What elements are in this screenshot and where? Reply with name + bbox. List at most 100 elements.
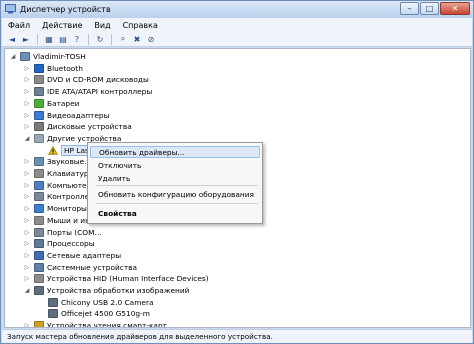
tree-item-label: Устройства HID (Human Interface Devices) [47, 274, 209, 284]
tree-item-label: Звуковые… [47, 157, 92, 167]
expander-icon[interactable]: ▷ [23, 216, 31, 224]
toolbar-separator [111, 33, 112, 45]
tree-item-label: Компьютер [47, 180, 92, 190]
tree-item[interactable]: ▷ Звуковые… [23, 156, 92, 167]
tree-item[interactable]: Chicony USB 2.0 Camera [37, 297, 154, 308]
forward-icon[interactable]: ► [20, 34, 32, 45]
expander-icon[interactable]: ▷ [23, 322, 31, 327]
tree-item[interactable]: ▷ Батареи [23, 98, 79, 109]
title-bar[interactable]: Диспетчер устройств – □ ✕ [1, 1, 473, 18]
tree-item[interactable]: ▷ Порты (COM… [23, 227, 102, 238]
tree-item[interactable]: ▷ Компьютер [23, 180, 91, 191]
expander-icon[interactable]: ▷ [23, 251, 31, 259]
tree-item[interactable]: ▷ Дисковые устройства [23, 121, 132, 132]
expander-icon[interactable]: ▷ [23, 170, 31, 178]
tree-item[interactable]: ▷ Системные устройства [23, 262, 137, 273]
tree-item[interactable]: ▷ Процессоры [23, 238, 95, 249]
tree-item[interactable]: ▷ IDE ATA/ATAPI контроллеры [23, 86, 152, 97]
expander-icon[interactable]: ▷ [23, 88, 31, 96]
menu-file[interactable]: Файл [8, 21, 30, 30]
toolbar-separator [88, 33, 89, 45]
update-driver-icon[interactable]: ↻ [94, 34, 106, 45]
expander-icon[interactable]: ▷ [23, 205, 31, 213]
help-icon[interactable]: ? [71, 34, 83, 45]
tree-item[interactable]: ▷ Устройства чтения смарт-карт [23, 320, 167, 328]
disable-icon[interactable]: ⊘ [145, 34, 157, 45]
tree-item-label: Vladimir-TOSH [33, 52, 86, 61]
toolbar: ◄ ► ▦ ▤? ↻ ⌕ ✖ ⊘ [2, 32, 472, 47]
menu-action[interactable]: Действие [42, 21, 82, 30]
tree-item[interactable]: ▷ Мониторы [23, 203, 87, 214]
expander-icon[interactable]: ◢ [9, 53, 17, 61]
tree-item[interactable]: ▷ Сетевые адаптеры [23, 250, 121, 261]
warning-icon [47, 145, 59, 155]
network-icon [34, 250, 44, 260]
scan-hardware-icon[interactable]: ⌕ [117, 34, 129, 45]
camera-icon [48, 297, 58, 307]
maximize-button[interactable]: □ [420, 2, 439, 15]
tree-item-label: Сетевые адаптеры [47, 250, 122, 260]
menu-help[interactable]: Справка [123, 21, 158, 30]
tree-item-label: Батареи [47, 98, 80, 108]
window-title: Диспетчер устройств [20, 5, 111, 14]
tree-item[interactable]: ▷ Клавиатуры [23, 168, 94, 179]
expander-icon[interactable]: ◢ [23, 287, 31, 295]
expander-icon[interactable]: ▷ [23, 99, 31, 107]
expander-icon[interactable]: ◢ [23, 134, 31, 142]
tree-item[interactable]: Officejet 4500 G510g-m [37, 308, 150, 319]
expander-icon[interactable]: ▷ [23, 228, 31, 236]
expander-icon[interactable]: ▷ [23, 193, 31, 201]
tree-item-label: Дисковые устройства [47, 122, 132, 132]
properties-icon[interactable]: ▦ [43, 34, 55, 45]
list-icon[interactable]: ▤ [57, 34, 69, 45]
smartcard-icon [34, 321, 44, 327]
toolbar-separator [37, 33, 38, 45]
tree-item[interactable]: ◢ Устройства обработки изображений [23, 285, 189, 296]
tree-item[interactable]: ▷ DVD и CD-ROM дисководы [23, 74, 149, 85]
minimize-button[interactable]: – [400, 2, 419, 15]
disk-icon [34, 122, 44, 132]
menu-bar: Файл Действие Вид Справка [2, 18, 472, 32]
controller-icon [34, 192, 44, 202]
imaging-icon [34, 286, 44, 295]
expander-icon[interactable]: ▷ [23, 181, 31, 189]
menu-separator [96, 185, 258, 186]
disable-item[interactable]: Отключить [90, 159, 260, 171]
expander-icon[interactable]: ▷ [23, 123, 31, 131]
expander-icon[interactable]: ▷ [23, 76, 31, 84]
expander-icon[interactable]: ▷ [23, 111, 31, 119]
tree-item-label: Officejet 4500 G510g-m [61, 309, 150, 319]
uninstall-icon[interactable]: ✖ [131, 34, 143, 45]
expander-icon[interactable]: ▷ [23, 64, 31, 72]
monitor-icon [34, 204, 44, 214]
tree-item[interactable]: ▷ Устройства HID (Human Interface Devices… [23, 273, 209, 284]
computer-icon [34, 180, 44, 190]
expander-icon[interactable]: ▷ [23, 158, 31, 166]
menu-view[interactable]: Вид [94, 21, 110, 30]
back-icon[interactable]: ◄ [6, 34, 18, 45]
tree-item-label: DVD и CD-ROM дисководы [47, 75, 149, 85]
other-devices-icon [34, 133, 44, 143]
uninstall-item[interactable]: Удалить [90, 172, 260, 184]
properties-item[interactable]: Свойства [90, 207, 260, 219]
scan-hardware-item[interactable]: Обновить конфигурацию оборудования [90, 188, 260, 200]
close-button[interactable]: ✕ [440, 2, 470, 15]
expander-icon[interactable]: ▷ [23, 275, 31, 283]
display-adapter-icon [34, 110, 44, 120]
tree-item[interactable]: ▷ Видеоадаптеры [23, 110, 109, 121]
tree-item[interactable]: ▷ Bluetooth [23, 63, 83, 74]
device-manager-icon [5, 4, 16, 14]
port-icon [34, 227, 44, 237]
keyboard-icon [34, 169, 44, 178]
expander-icon[interactable]: ▷ [23, 263, 31, 271]
mouse-icon [34, 215, 44, 225]
tree-item[interactable]: ◢ Vladimir-TOSH [9, 51, 86, 62]
tree-item-label: Bluetooth [47, 63, 83, 73]
tree-item-label: Устройства чтения смарт-карт [47, 321, 167, 328]
status-text: Запуск мастера обновления драйверов для … [7, 332, 273, 341]
update-drivers-item[interactable]: Обновить драйверы... [90, 146, 260, 158]
expander-icon[interactable]: ▷ [23, 240, 31, 248]
tree-item-label: Системные устройства [47, 262, 138, 272]
